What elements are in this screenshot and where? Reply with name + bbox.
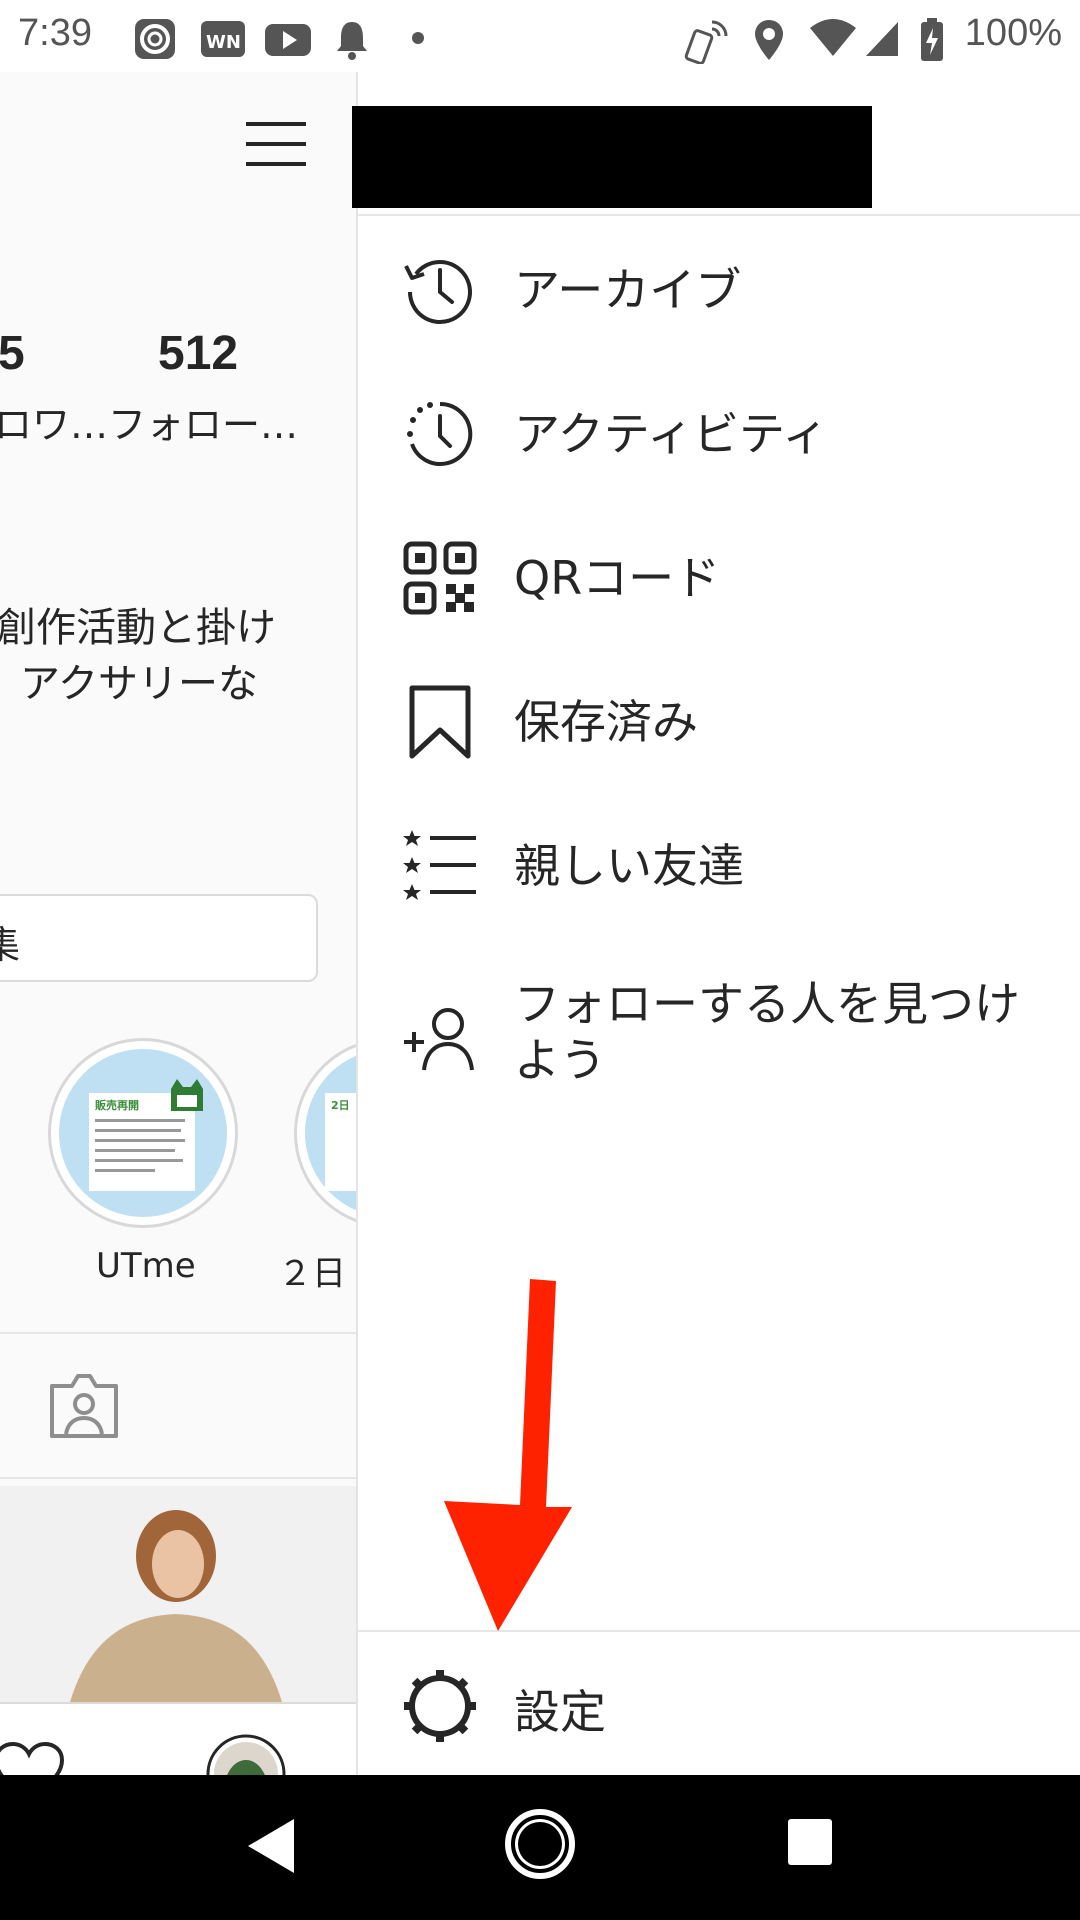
highlight-card-title: 販売再開 (95, 1099, 139, 1112)
menu-item-close-friends[interactable]: 親しい友達 (358, 810, 1080, 920)
battery-charging-icon (921, 18, 943, 61)
red-arrow-annotation (444, 1279, 572, 1631)
activity-icon (407, 401, 473, 466)
bio-line: アクサリーな (20, 661, 258, 707)
highlight-label: UTme (96, 1246, 196, 1286)
nfc-phone-icon (684, 20, 728, 64)
post-thumbnail[interactable] (0, 1486, 356, 1702)
post-photo (0, 1486, 356, 1702)
hamburger-menu-icon[interactable] (244, 116, 308, 172)
cc-icon (135, 19, 175, 59)
menu-item-qr-code[interactable]: QRコード (358, 522, 1080, 632)
edit-profile-button[interactable]: 集 (0, 894, 318, 982)
android-nav-bar (0, 1775, 1080, 1920)
gear-icon (404, 1670, 476, 1742)
youtube-icon (265, 24, 311, 56)
recents-icon[interactable] (786, 1817, 834, 1867)
menu-item-discover-people[interactable]: フォローする人を見つけよう (358, 976, 1080, 1087)
status-time: 7:39 (18, 12, 92, 54)
dot-icon (412, 32, 424, 44)
mascot-icon (171, 1079, 203, 1111)
location-icon (755, 20, 783, 60)
bookmark-icon (409, 685, 471, 759)
profile-bio: 創作活動と掛け アクサリーな (0, 600, 276, 712)
bio-line: 創作活動と掛け (0, 605, 276, 651)
menu-item-label: アーカイブ (514, 263, 742, 317)
close-friends-icon (403, 830, 476, 900)
following-label: フォロー… (108, 403, 299, 447)
bottom-nav (0, 1702, 356, 1775)
profile-avatar-icon[interactable] (206, 1734, 286, 1775)
menu-item-activity[interactable]: アクティビティ (358, 378, 1080, 488)
followers-count[interactable]: 5 (0, 326, 25, 381)
menu-item-saved[interactable]: 保存済み (358, 666, 1080, 776)
svg-text:WN: WN (206, 32, 241, 53)
menu-item-label: アクティビティ (514, 407, 829, 461)
followers-label: ロワ… (0, 403, 109, 447)
profile-page-background: 5 ロワ… 512 フォロー… 創作活動と掛け アクサリーな 集 販売再開 UT… (0, 72, 356, 1775)
following-count[interactable]: 512 (158, 326, 238, 381)
back-icon[interactable] (240, 1813, 302, 1879)
bell-icon (337, 22, 367, 60)
menu-item-label: QRコード (514, 551, 721, 605)
menu-item-label: 親しい友達 (514, 839, 744, 893)
drawer-header (352, 72, 1080, 216)
highlight-card-title: 2日 (331, 1099, 350, 1112)
menu-item-label: フォローする人を見つけよう (514, 977, 1020, 1087)
battery-percent: 100% (964, 12, 1062, 54)
home-icon[interactable] (503, 1807, 577, 1881)
divider (0, 1477, 356, 1479)
redacted-username (352, 106, 872, 208)
archive-icon (404, 260, 472, 324)
qr-code-icon (403, 541, 477, 615)
wni-icon: WN (201, 21, 245, 57)
tagged-photos-icon[interactable] (48, 1372, 120, 1440)
settings-label: 設定 (514, 1685, 606, 1739)
story-highlight[interactable]: 販売再開 (48, 1038, 238, 1228)
status-bar: 7:39 WN 100% (0, 0, 1080, 72)
wifi-icon (810, 19, 856, 56)
add-person-icon (404, 1008, 474, 1071)
heart-icon[interactable] (0, 1740, 66, 1775)
text-lines-icon (95, 1119, 185, 1172)
menu-item-archive[interactable]: アーカイブ (358, 234, 1080, 344)
story-highlight[interactable]: 2日 (294, 1038, 356, 1228)
divider (0, 1332, 356, 1334)
settings-row[interactable]: 設定 (358, 1630, 1080, 1775)
edit-profile-label: 集 (0, 923, 21, 967)
menu-item-label: 保存済み (514, 695, 698, 749)
highlight-label: ２日 (278, 1254, 346, 1294)
signal-icon (866, 22, 898, 56)
highlight-card: 2日 (325, 1093, 356, 1191)
